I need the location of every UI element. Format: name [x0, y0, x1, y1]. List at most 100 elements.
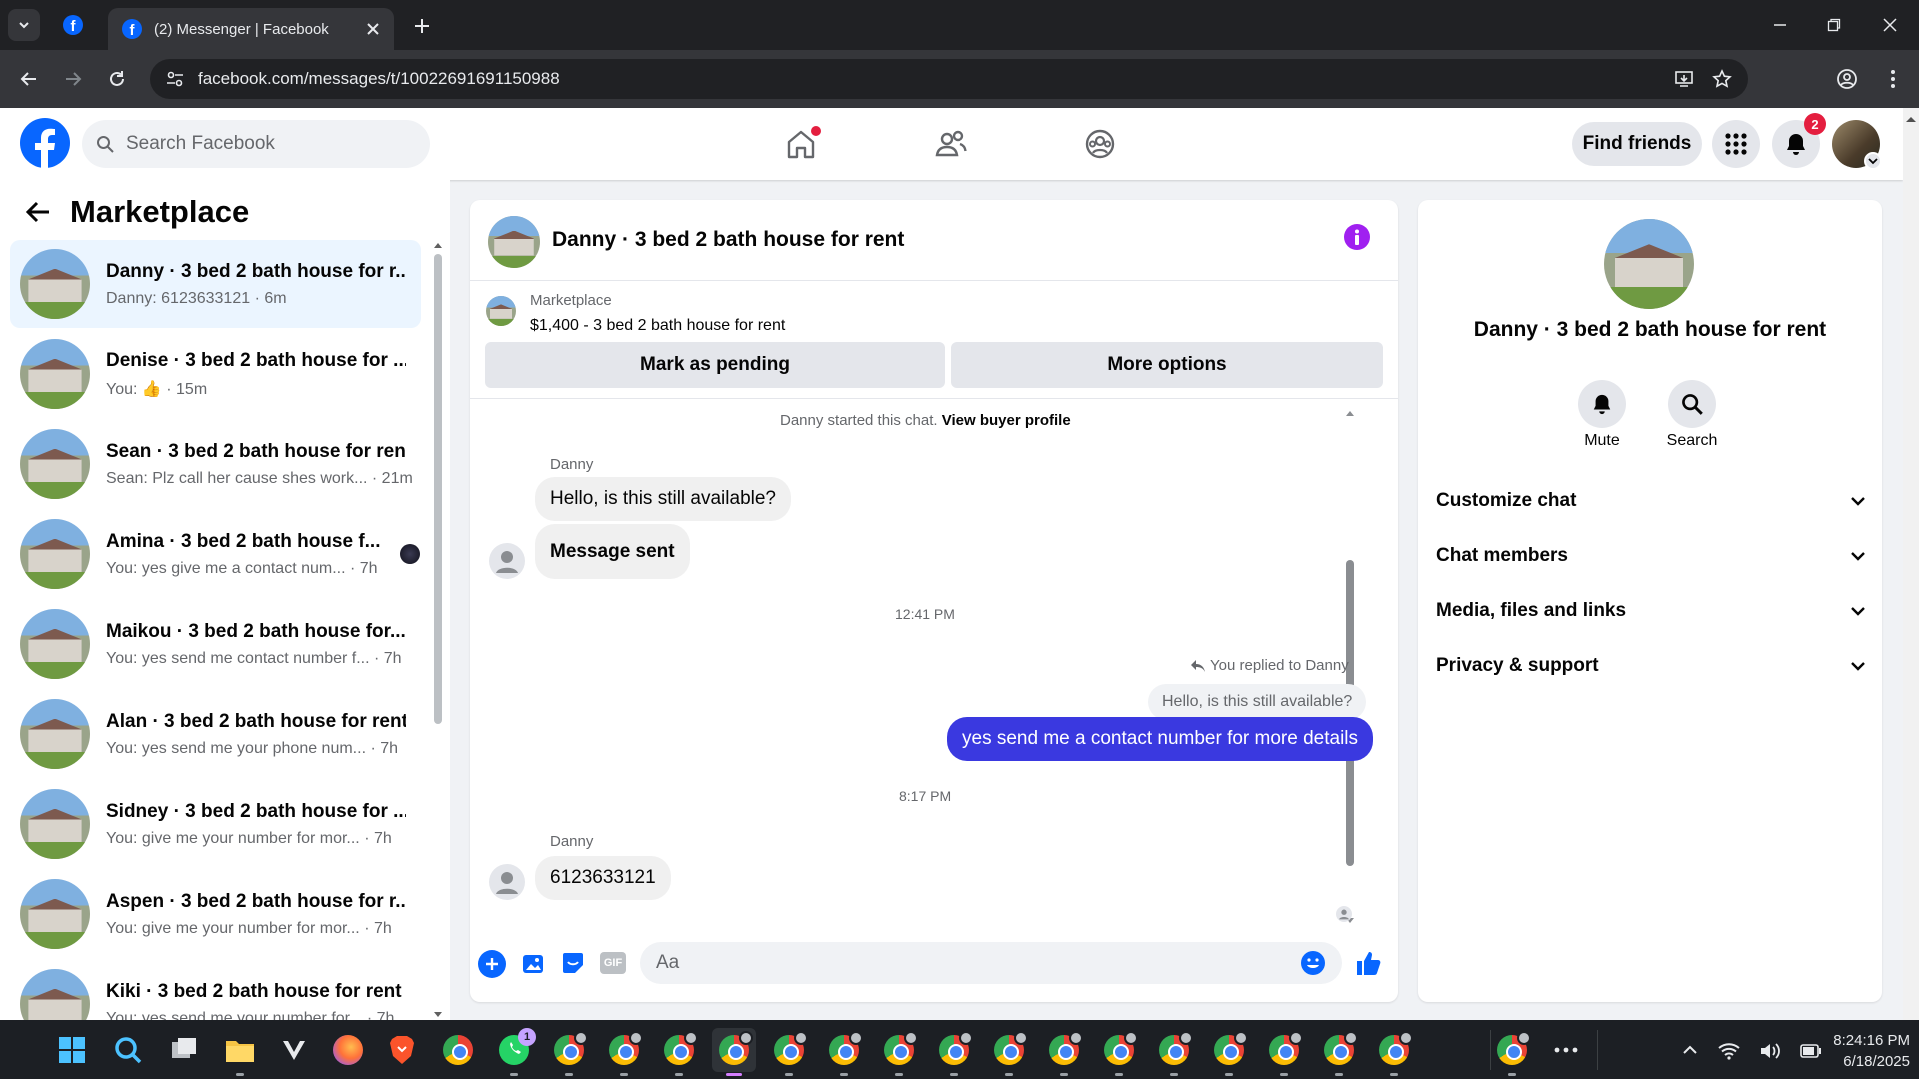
- chrome-profile-window-button[interactable]: [1372, 1028, 1416, 1076]
- site-settings-icon[interactable]: [166, 70, 184, 88]
- nav-friends[interactable]: [901, 120, 1001, 168]
- more-apps-button[interactable]: [1544, 1028, 1588, 1072]
- chrome-profile-window-button[interactable]: [987, 1028, 1031, 1076]
- emoji-icon[interactable]: [1300, 950, 1326, 976]
- conversation-item[interactable]: Amina · 3 bed 2 bath house f... You: yes …: [10, 510, 421, 598]
- conversation-item[interactable]: Maikou · 3 bed 2 bath house for... You: y…: [10, 600, 421, 688]
- details-avatar[interactable]: [1604, 219, 1694, 309]
- running-indicator: [840, 1073, 848, 1076]
- scroll-up-arrow-icon[interactable]: [1903, 112, 1919, 126]
- chrome-profile-window-button[interactable]: [1207, 1028, 1251, 1076]
- taskbar-search-button[interactable]: [106, 1028, 150, 1072]
- chrome-profile-window-button[interactable]: [547, 1028, 591, 1076]
- chrome-profile-window-button[interactable]: [1097, 1028, 1141, 1076]
- whatsapp-button[interactable]: 1: [492, 1028, 536, 1076]
- chrome-profile-window-button[interactable]: [1262, 1028, 1306, 1076]
- chrome-profile-window-button[interactable]: [602, 1028, 646, 1076]
- back-to-messages-button[interactable]: [24, 198, 58, 232]
- tab-messenger[interactable]: f (2) Messenger | Facebook: [108, 8, 394, 50]
- profile-button[interactable]: [1830, 62, 1864, 96]
- tab-search-button[interactable]: [8, 9, 40, 41]
- start-button[interactable]: [50, 1028, 94, 1072]
- mute-button[interactable]: [1578, 380, 1626, 428]
- nav-groups[interactable]: [1050, 120, 1150, 168]
- gif-button[interactable]: GIF: [600, 952, 626, 974]
- attach-photo-button[interactable]: [520, 950, 546, 976]
- chrome-profile-window-button[interactable]: [1152, 1028, 1196, 1076]
- vectorworks-button[interactable]: [272, 1028, 316, 1072]
- sender-avatar[interactable]: [489, 864, 525, 900]
- conversation-item[interactable]: Danny · 3 bed 2 bath house for r... Danny…: [10, 240, 421, 328]
- conversation-item[interactable]: Aspen · 3 bed 2 bath house for r... You: …: [10, 870, 421, 958]
- conversation-preview: You: yes send me your phone num... · 7h: [106, 739, 399, 757]
- send-like-button[interactable]: [1354, 948, 1384, 978]
- mark-as-pending-button[interactable]: Mark as pending: [485, 342, 945, 388]
- details-section-toggle[interactable]: Customize chat: [1436, 481, 1866, 521]
- install-app-icon[interactable]: [1674, 69, 1694, 89]
- listing-title[interactable]: $1,400 - 3 bed 2 bath house for rent: [530, 317, 785, 335]
- details-section-toggle[interactable]: Chat members: [1436, 536, 1866, 576]
- more-options-button[interactable]: More options: [951, 342, 1383, 388]
- menu-button[interactable]: [1712, 120, 1760, 168]
- chrome-profile-window-button[interactable]: [1317, 1028, 1361, 1076]
- conversation-item[interactable]: Denise · 3 bed 2 bath house for ... You: …: [10, 330, 421, 418]
- minimize-button[interactable]: [1760, 10, 1800, 40]
- forward-button[interactable]: [56, 62, 90, 96]
- search-in-conversation-button[interactable]: [1668, 380, 1716, 428]
- chrome-profile-window-button[interactable]: [1042, 1028, 1086, 1076]
- details-section-toggle[interactable]: Media, files and links: [1436, 591, 1866, 631]
- back-button[interactable]: [12, 62, 46, 96]
- page-scrollbar[interactable]: [1903, 108, 1919, 1020]
- conversation-item[interactable]: Sidney · 3 bed 2 bath house for ... You: …: [10, 780, 421, 868]
- conversation-item[interactable]: Alan · 3 bed 2 bath house for rent You: y…: [10, 690, 421, 778]
- show-hidden-icons-button[interactable]: [1668, 1028, 1712, 1072]
- close-tab-icon[interactable]: [366, 22, 380, 36]
- sticker-button[interactable]: [560, 950, 586, 976]
- conversation-item[interactable]: Sean · 3 bed 2 bath house for rent Sean: …: [10, 420, 421, 508]
- address-bar[interactable]: facebook.com/messages/t/1002269169115098…: [150, 59, 1748, 99]
- outgoing-message[interactable]: yes send me a contact number for more de…: [947, 717, 1374, 761]
- more-actions-button[interactable]: [478, 950, 506, 978]
- chrome-profile-window-button[interactable]: [657, 1028, 701, 1076]
- bookmark-star-icon[interactable]: [1712, 69, 1732, 89]
- pinned-tab-facebook[interactable]: f: [60, 12, 86, 38]
- nav-home[interactable]: [751, 120, 851, 168]
- firefox-button[interactable]: [326, 1028, 370, 1072]
- account-chevron[interactable]: [1864, 152, 1882, 170]
- browser-menu-button[interactable]: [1876, 62, 1910, 96]
- clock[interactable]: 8:24:16 PM 6/18/2025: [1814, 1030, 1910, 1072]
- scrollbar-thumb[interactable]: [434, 254, 442, 724]
- details-section-toggle[interactable]: Privacy & support: [1436, 646, 1866, 686]
- message-input[interactable]: Aa: [640, 942, 1342, 984]
- chrome-profile-window-button[interactable]: [822, 1028, 866, 1076]
- chrome-profile-window-button[interactable]: [877, 1028, 921, 1076]
- incoming-message[interactable]: Hello, is this still available?: [535, 477, 791, 521]
- chrome-profile-window-button[interactable]: [767, 1028, 811, 1076]
- close-window-button[interactable]: [1870, 10, 1910, 40]
- task-view-button[interactable]: [162, 1028, 206, 1072]
- chrome-profile-window-button[interactable]: [712, 1028, 756, 1076]
- incoming-message[interactable]: Message sent: [535, 524, 690, 579]
- reload-button[interactable]: [100, 62, 134, 96]
- quoted-message[interactable]: Hello, is this still available?: [1148, 684, 1367, 720]
- incoming-message[interactable]: 6123633121: [535, 856, 671, 900]
- chat-header-avatar[interactable]: [488, 216, 540, 268]
- facebook-logo-icon[interactable]: [20, 118, 70, 168]
- find-friends-button[interactable]: Find friends: [1572, 122, 1702, 166]
- new-tab-button[interactable]: [408, 12, 436, 40]
- brave-button[interactable]: [380, 1028, 424, 1072]
- file-explorer-button[interactable]: [218, 1028, 262, 1076]
- conversation-info-button[interactable]: [1344, 224, 1370, 250]
- sender-avatar[interactable]: [489, 543, 525, 579]
- chrome-profile-window-button[interactable]: [1490, 1028, 1534, 1076]
- chat-list-scrollbar[interactable]: [432, 240, 444, 1020]
- view-buyer-profile-link[interactable]: View buyer profile: [942, 412, 1071, 429]
- details-title[interactable]: Danny · 3 bed 2 bath house for rent: [1418, 318, 1882, 342]
- system-tray-status[interactable]: [1718, 1036, 1822, 1066]
- chrome-profile-window-button[interactable]: [932, 1028, 976, 1076]
- facebook-search-input[interactable]: Search Facebook: [82, 120, 430, 168]
- chrome-button[interactable]: [436, 1028, 480, 1072]
- listing-thumbnail[interactable]: [486, 296, 516, 326]
- restore-button[interactable]: [1814, 10, 1854, 40]
- chat-header-title[interactable]: Danny · 3 bed 2 bath house for rent: [552, 228, 904, 252]
